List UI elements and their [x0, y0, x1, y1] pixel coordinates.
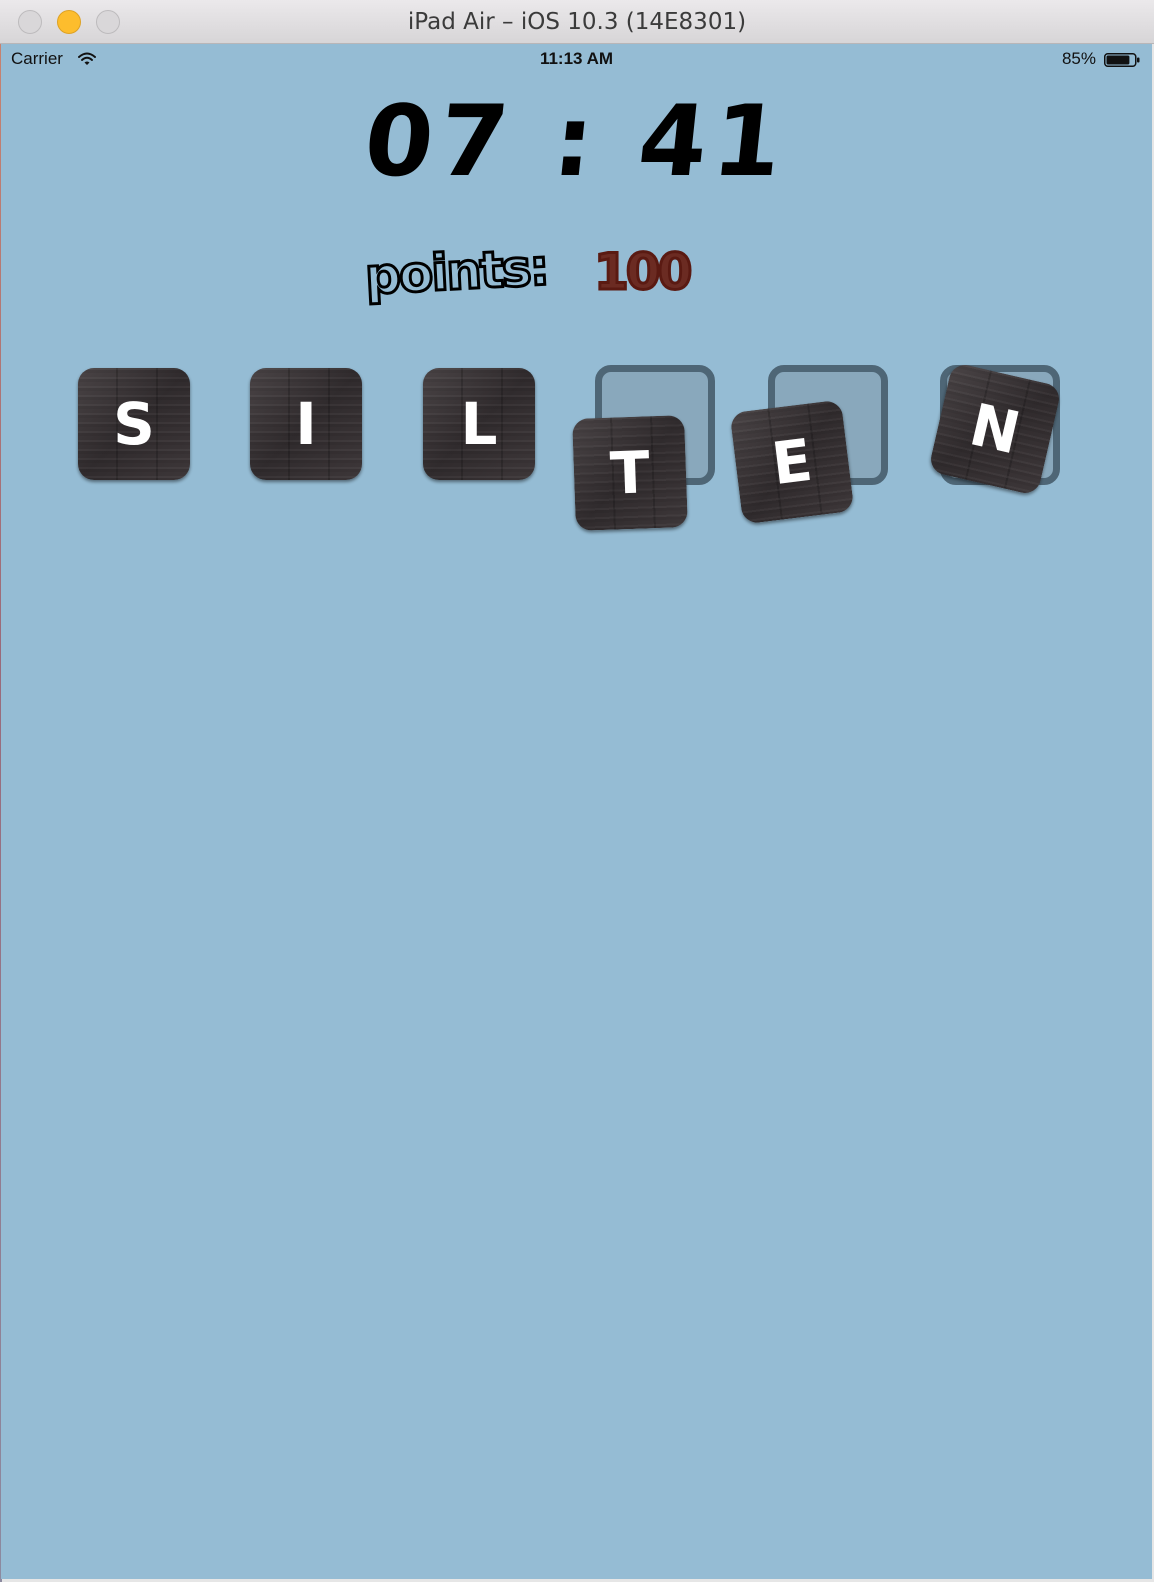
- points-label: points:: [362, 237, 550, 307]
- timer-minutes: 07: [359, 85, 520, 199]
- timer-seconds: 41: [633, 85, 794, 199]
- battery-icon: [1104, 53, 1140, 67]
- timer-separator: :: [547, 85, 606, 199]
- status-bar: Carrier 11:13 AM 85%: [1, 44, 1152, 74]
- points-value: 100: [592, 242, 693, 303]
- game-screen: Carrier 11:13 AM 85% 07 : 41 points: 100: [1, 44, 1152, 1579]
- letter-tile[interactable]: S: [78, 368, 190, 480]
- letter-tile[interactable]: T: [572, 415, 688, 531]
- battery-percent: 85%: [1061, 49, 1096, 68]
- letter-tile[interactable]: L: [423, 368, 535, 480]
- window-title: iPad Air – iOS 10.3 (14E8301): [407, 9, 747, 35]
- status-time: 11:13 AM: [539, 49, 614, 68]
- countdown-timer: 07 : 41: [1, 82, 1152, 202]
- title-bar[interactable]: iPad Air – iOS 10.3 (14E8301): [0, 0, 1154, 44]
- letter-tile[interactable]: E: [729, 399, 855, 525]
- letter-tile[interactable]: I: [250, 368, 362, 480]
- simulator-window: iPad Air – iOS 10.3 (14E8301) Carrier 11…: [0, 0, 1154, 1582]
